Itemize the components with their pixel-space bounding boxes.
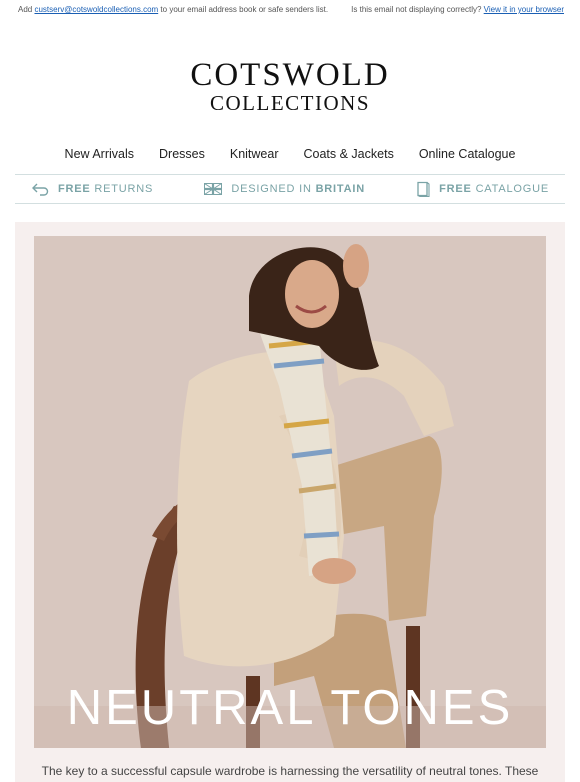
usp-catalogue-rest: CATALOGUE	[475, 183, 549, 195]
hero-section: NEUTRAL TONES	[15, 222, 565, 782]
usp-free-catalogue[interactable]: FREE CATALOGUE	[400, 181, 565, 197]
preheader-add-text: Add	[18, 5, 33, 14]
hero-image[interactable]: NEUTRAL TONES	[34, 236, 546, 748]
hero-title: NEUTRAL TONES	[66, 681, 514, 735]
display-question: Is this email not displaying correctly?	[351, 5, 482, 14]
main-nav: New Arrivals Dresses Knitwear Coats & Ja…	[0, 147, 580, 161]
usp-free-returns[interactable]: FREE RETURNS	[15, 182, 169, 196]
usp-designed-bold: BRITAIN	[315, 183, 365, 195]
view-in-browser-link[interactable]: View it in your browser	[484, 5, 564, 14]
nav-knitwear[interactable]: Knitwear	[230, 147, 279, 161]
preheader-left: Add custserv@cotswoldcollections.com to …	[18, 5, 328, 14]
safe-sender-email-link[interactable]: custserv@cotswoldcollections.com	[34, 5, 158, 14]
usp-designed-in-britain[interactable]: DESIGNED IN BRITAIN	[188, 183, 381, 195]
nav-dresses[interactable]: Dresses	[159, 147, 205, 161]
nav-new-arrivals[interactable]: New Arrivals	[65, 147, 134, 161]
preheader: Add custserv@cotswoldcollections.com to …	[0, 0, 580, 22]
union-flag-icon	[204, 183, 223, 195]
brand-logo[interactable]: COTSWOLD COLLECTIONS	[0, 58, 580, 114]
intro-text: The key to a successful capsule wardrobe…	[41, 764, 539, 778]
usp-catalogue-bold: FREE	[439, 183, 472, 195]
catalogue-book-icon	[416, 181, 430, 197]
usp-returns-bold: FREE	[58, 183, 91, 195]
hero-photo-illustration	[34, 236, 546, 748]
nav-online-catalogue[interactable]: Online Catalogue	[419, 147, 516, 161]
logo-line-2: COLLECTIONS	[210, 91, 370, 115]
return-arrow-icon	[31, 182, 49, 196]
nav-coats-jackets[interactable]: Coats & Jackets	[304, 147, 394, 161]
preheader-right: Is this email not displaying correctly? …	[351, 5, 564, 14]
usp-returns-rest: RETURNS	[94, 183, 154, 195]
logo-line-1: COTSWOLD	[190, 57, 390, 93]
usp-designed-rest: DESIGNED IN	[231, 183, 312, 195]
usp-bar: FREE RETURNS DESIGNED IN BRITAIN FREE CA…	[15, 174, 565, 204]
preheader-add-suffix: to your email address book or safe sende…	[160, 5, 329, 14]
